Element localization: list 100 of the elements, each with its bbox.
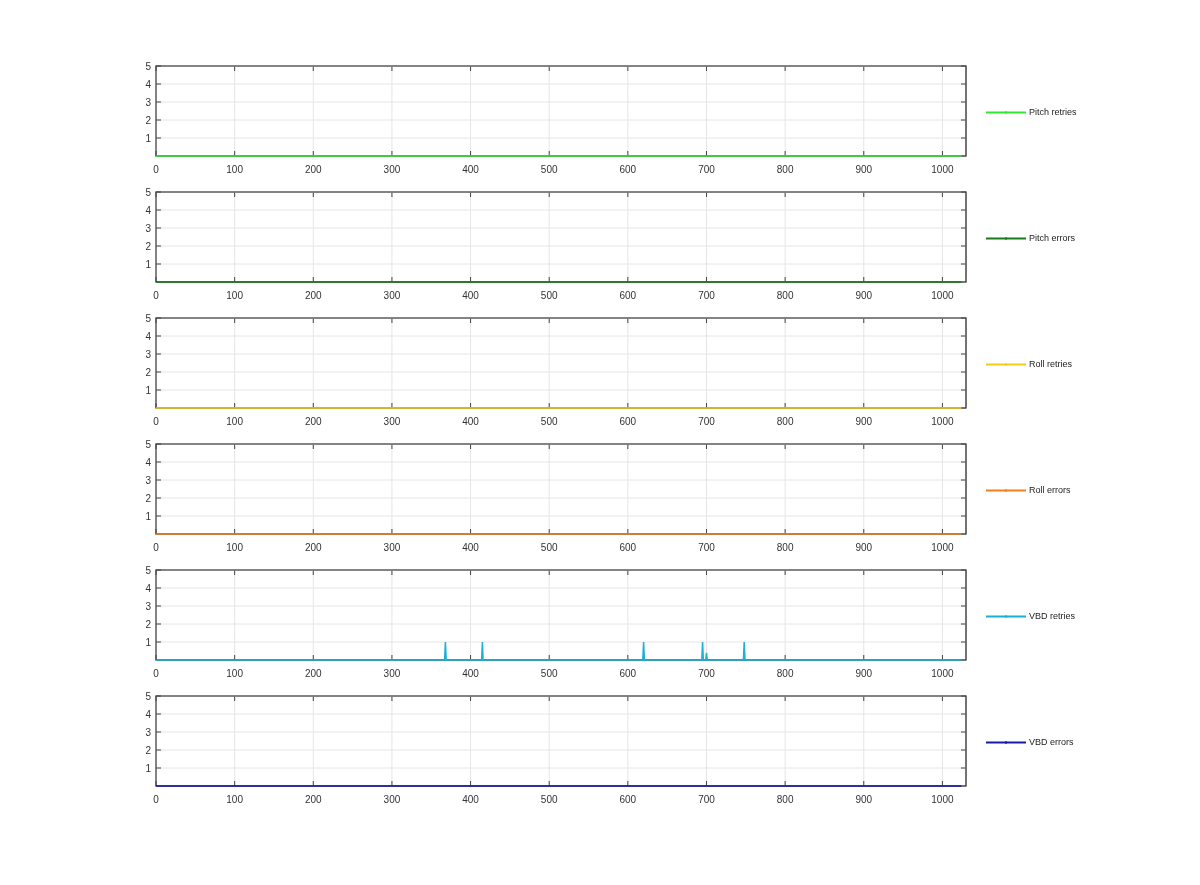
tick-label: 5 <box>145 565 151 576</box>
tick-label: 2 <box>145 493 151 504</box>
tick-label: 900 <box>855 416 873 427</box>
tick-label: 1000 <box>931 164 954 175</box>
tick-label: 0 <box>153 794 159 805</box>
tick-label: 0 <box>153 164 159 175</box>
tick-label: 400 <box>462 668 479 679</box>
tick-label: 5 <box>145 439 151 450</box>
tick-label: 200 <box>304 542 322 553</box>
tick-label: 0 <box>153 668 159 679</box>
tick-label: 700 <box>698 416 715 427</box>
tick-label: 4 <box>145 583 151 594</box>
tick-label: 2 <box>145 241 151 252</box>
tick-label: 3 <box>145 601 151 612</box>
tick-label: 500 <box>540 416 558 427</box>
tick-label: 600 <box>619 416 637 427</box>
tick-label: 900 <box>855 290 873 301</box>
tick-label: 700 <box>698 794 715 805</box>
tick-label: 3 <box>145 727 151 738</box>
tick-label: 700 <box>698 290 715 301</box>
tick-label: 600 <box>619 794 637 805</box>
tick-label: 700 <box>698 164 715 175</box>
tick-label: 500 <box>540 164 558 175</box>
tick-label: 3 <box>145 475 151 486</box>
tick-label: 5 <box>145 691 151 702</box>
tick-label: 300 <box>383 290 401 301</box>
tick-label: 2 <box>145 367 151 378</box>
tick-label: 1 <box>145 259 151 270</box>
tick-label: 400 <box>462 290 479 301</box>
tick-label: 200 <box>304 164 322 175</box>
tick-label: 4 <box>145 457 151 468</box>
tick-label: 800 <box>776 164 794 175</box>
tick-label: 1000 <box>931 542 954 553</box>
tick-label: 200 <box>304 290 322 301</box>
tick-label: 900 <box>855 668 873 679</box>
legend-label: VBD retries <box>1029 611 1075 621</box>
tick-label: 200 <box>304 416 322 427</box>
legend-label: Roll errors <box>1029 485 1071 495</box>
tick-label: 4 <box>145 79 151 90</box>
tick-label: 3 <box>145 349 151 360</box>
tick-label: 5 <box>145 61 151 72</box>
tick-label: 100 <box>226 668 243 679</box>
tick-label: 300 <box>383 164 401 175</box>
tick-label: 200 <box>304 668 322 679</box>
tick-label: 500 <box>540 542 558 553</box>
tick-label: 900 <box>855 164 873 175</box>
tick-label: 1 <box>145 763 151 774</box>
legend-label: VBD errors <box>1029 737 1074 747</box>
tick-label: 3 <box>145 97 151 108</box>
tick-label: 800 <box>776 668 794 679</box>
tick-label: 100 <box>226 794 243 805</box>
tick-label: 700 <box>698 668 715 679</box>
tick-label: 2 <box>145 115 151 126</box>
tick-label: 600 <box>619 542 637 553</box>
tick-label: 300 <box>383 542 401 553</box>
tick-label: 4 <box>145 709 151 720</box>
tick-label: 500 <box>540 668 558 679</box>
tick-label: 100 <box>226 290 243 301</box>
tick-label: 800 <box>776 542 794 553</box>
tick-label: 400 <box>462 794 479 805</box>
tick-label: 1 <box>145 385 151 396</box>
tick-label: 200 <box>304 794 322 805</box>
tick-label: 900 <box>855 542 873 553</box>
tick-label: 800 <box>776 794 794 805</box>
tick-label: 2 <box>145 619 151 630</box>
tick-label: 4 <box>145 331 151 342</box>
tick-label: 5 <box>145 313 151 324</box>
tick-label: 0 <box>153 416 159 427</box>
tick-label: 1 <box>145 637 151 648</box>
tick-label: 1000 <box>931 794 954 805</box>
tick-label: 600 <box>619 164 637 175</box>
tick-label: 500 <box>540 794 558 805</box>
tick-label: 400 <box>462 416 479 427</box>
tick-label: 100 <box>226 416 243 427</box>
tick-label: 700 <box>698 542 715 553</box>
tick-label: 600 <box>619 668 637 679</box>
tick-label: 100 <box>226 164 243 175</box>
tick-label: 600 <box>619 290 637 301</box>
tick-label: 800 <box>776 290 794 301</box>
tick-label: 1000 <box>931 416 954 427</box>
tick-label: 400 <box>462 164 479 175</box>
legend-label: Pitch errors <box>1029 233 1075 243</box>
tick-label: 900 <box>855 794 873 805</box>
tick-label: 500 <box>540 290 558 301</box>
tick-label: 400 <box>462 542 479 553</box>
tick-label: 1 <box>145 133 151 144</box>
legend-label: Pitch retries <box>1029 107 1077 117</box>
tick-label: 0 <box>153 542 159 553</box>
tick-label: 1000 <box>931 290 954 301</box>
tick-label: 300 <box>383 416 401 427</box>
tick-label: 3 <box>145 223 151 234</box>
tick-label: 300 <box>383 668 401 679</box>
tick-label: 0 <box>153 290 159 301</box>
legend-label: Roll retries <box>1029 359 1072 369</box>
tick-label: 1 <box>145 511 151 522</box>
tick-label: 100 <box>226 542 243 553</box>
tick-label: 1000 <box>931 668 954 679</box>
tick-label: 5 <box>145 187 151 198</box>
tick-label: 800 <box>776 416 794 427</box>
tick-label: 300 <box>383 794 401 805</box>
